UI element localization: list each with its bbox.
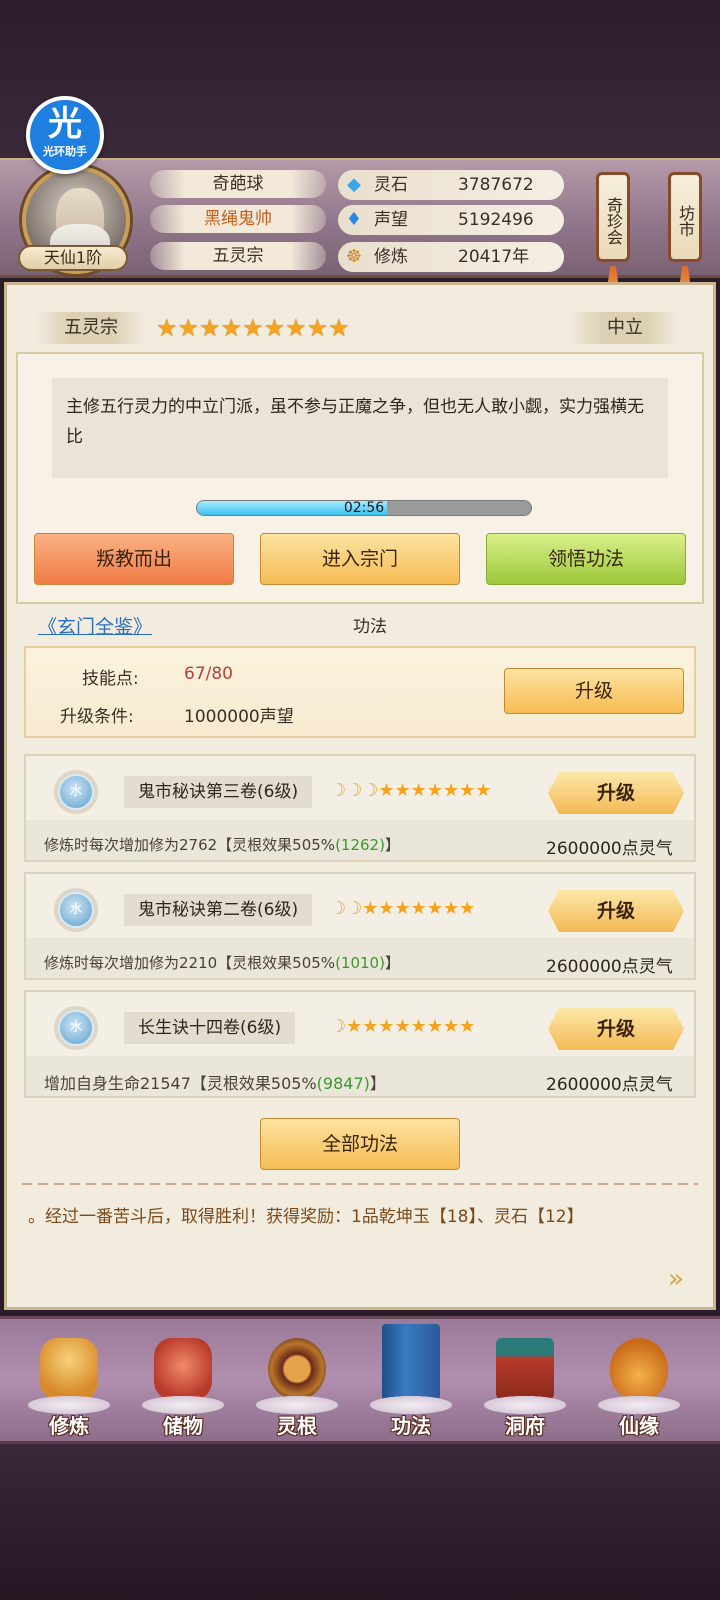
battle-log: 。经过一番苦斗后，取得胜利！获得奖励：1品乾坤玉【18】、灵石【12】 [28,1207,584,1227]
xuanmen-guide-link[interactable]: 《玄门全鉴》 [38,612,152,639]
market-button[interactable]: 坊市 [668,172,702,262]
spirit-root-icon [268,1338,326,1400]
skill-cost: 2600000点灵气 [546,957,673,977]
upgrade-condition-value: 1000000声望 [184,707,294,727]
player-name: 奇葩球 [150,170,326,198]
sect-description: 主修五行灵力的中立门派，虽不参与正魔之争，但也无人敢小觑，实力强横无比 [52,378,668,478]
cultivate-icon [40,1338,98,1400]
upgrade-condition-label: 升级条件: [60,707,134,727]
skill-points-label: 技能点: [82,669,139,689]
enter-sect-button[interactable]: 进入宗门 [260,533,460,585]
nav-spirit-root[interactable]: 灵根 [252,1330,342,1440]
water-element-icon: 水 [58,892,94,928]
technique-book-icon [382,1324,440,1400]
skill-cost: 2600000点灵气 [546,839,673,859]
skill-rating: ☽☽☽★★★★★★★ [330,780,492,801]
all-techniques-button[interactable]: 全部功法 [260,1118,460,1170]
nav-storage[interactable]: 储物 [138,1330,228,1440]
nav-cultivate[interactable]: 修炼 [24,1330,114,1440]
timer-text: 02:56 [343,500,385,516]
skill-description: 增加自身生命21547【灵根效果505%(9847)】 [44,1074,386,1093]
nav-fate[interactable]: 仙缘 [594,1330,684,1440]
player-sect: 五灵宗 [150,242,326,270]
technique-tab-title: 功法 [353,617,387,637]
nav-technique[interactable]: 功法 [366,1324,456,1440]
skill-cost: 2600000点灵气 [546,1075,673,1095]
water-element-icon: 水 [58,1010,94,1046]
stat-cultivation: ☸ 修炼 20417年 [338,242,564,272]
skill-upgrade-button[interactable]: 升级 [548,1008,684,1050]
skill-name: 鬼市秘诀第三卷(6级) [124,776,313,808]
skill-name: 长生诀十四卷(6级) [124,1012,296,1044]
sect-timer-bar: 02:56 [196,500,532,516]
stat-spirit-stone: ◆ 灵石 3787672 [338,170,564,200]
sect-alignment: 中立 [570,312,680,344]
skill-description: 修炼时每次增加修为2210【灵根效果505%(1010)】 [44,954,400,972]
log-divider [22,1183,698,1185]
skill-points-value: 67/80 [184,664,233,684]
fate-gourd-icon [610,1338,668,1400]
sect-name: 五灵宗 [36,312,146,344]
skill-description: 修炼时每次增加修为2762【灵根效果505%(1262)】 [44,836,400,854]
realm-badge: 天仙1阶 [18,245,128,271]
skill-points-upgrade-button[interactable]: 升级 [504,668,684,714]
helper-label: 光环助手 [43,145,87,158]
leave-sect-button[interactable]: 叛教而出 [34,533,234,585]
helper-icon: 光 [48,104,82,144]
nav-cave[interactable]: 洞府 [480,1330,570,1440]
player-title: 黑绳鬼帅 [150,205,326,233]
top-background [0,0,720,160]
comprehend-technique-button[interactable]: 领悟功法 [486,533,686,585]
spirit-stone-icon: ◆ [347,174,361,195]
sect-stars: ★★★★★★★★★ [156,314,350,342]
water-element-icon: 水 [58,774,94,810]
skill-rating: ☽★★★★★★★★ [330,1016,476,1037]
reputation-icon: ♦ [345,209,363,230]
treasure-auction-button[interactable]: 奇珍会 [596,172,630,262]
cave-dwelling-icon [496,1338,554,1400]
skill-name: 鬼市秘诀第二卷(6级) [124,894,313,926]
helper-badge[interactable]: 光 光环助手 [26,96,104,174]
bottom-background [0,1444,720,1600]
cultivation-icon: ☸ [345,246,363,267]
skill-upgrade-button[interactable]: 升级 [548,890,684,932]
stat-reputation: ♦ 声望 5192496 [338,205,564,235]
next-arrow-icon[interactable]: » [668,1266,700,1292]
storage-icon [154,1338,212,1400]
skill-rating: ☽☽★★★★★★★ [330,898,476,919]
skill-upgrade-button[interactable]: 升级 [548,772,684,814]
